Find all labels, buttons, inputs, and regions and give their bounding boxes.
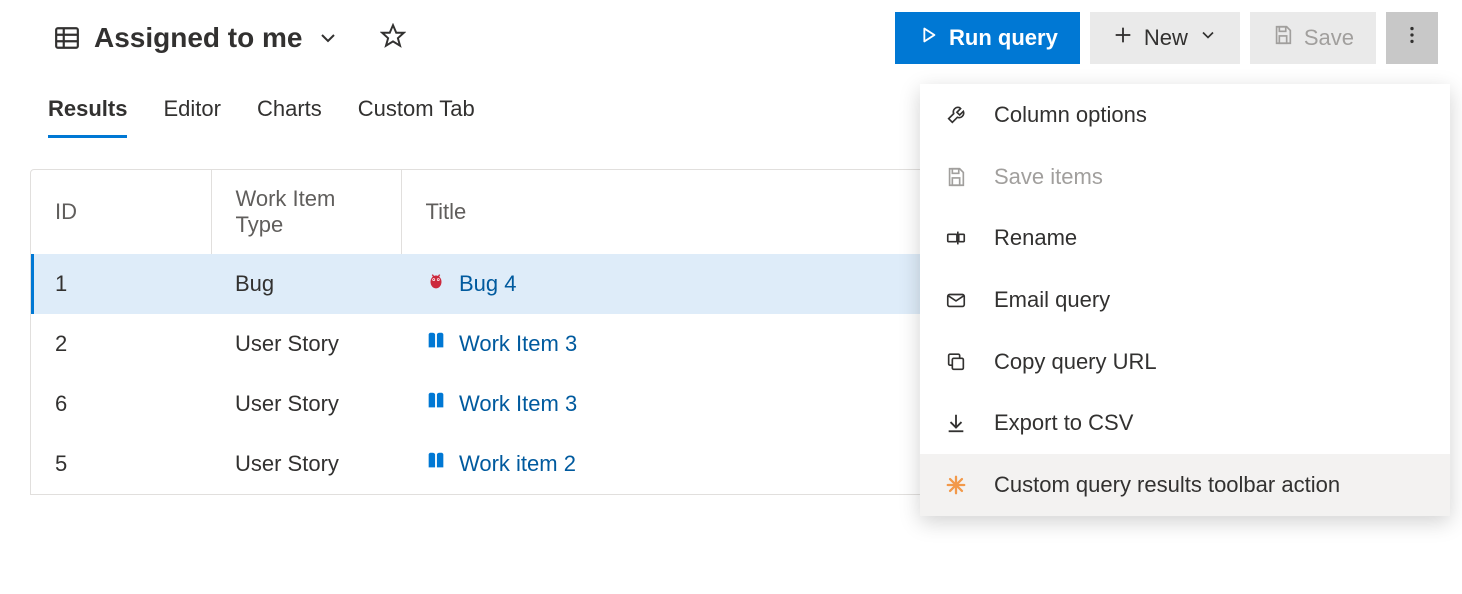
chevron-down-icon <box>1198 25 1218 51</box>
chevron-down-icon <box>316 26 340 50</box>
save-icon <box>944 166 968 188</box>
tab-charts[interactable]: Charts <box>257 96 322 138</box>
cell-type: User Story <box>211 374 401 434</box>
play-icon <box>917 24 939 52</box>
download-icon <box>944 412 968 434</box>
cell-id: 2 <box>31 314 211 374</box>
rename-icon <box>944 227 968 249</box>
menu-item-email-query[interactable]: Email query <box>920 269 1450 331</box>
mail-icon <box>944 289 968 311</box>
save-icon <box>1272 24 1294 52</box>
new-label: New <box>1144 25 1188 51</box>
more-actions-button[interactable] <box>1386 12 1438 64</box>
cell-id: 6 <box>31 374 211 434</box>
header-left: Assigned to me <box>54 22 406 54</box>
menu-item-label: Export to CSV <box>994 408 1426 438</box>
favorite-star-icon[interactable] <box>380 23 406 54</box>
work-item-link[interactable]: Bug 4 <box>459 271 517 297</box>
run-query-button[interactable]: Run query <box>895 12 1080 64</box>
new-button[interactable]: New <box>1090 12 1240 64</box>
menu-item-label: Copy query URL <box>994 347 1426 377</box>
tab-custom-tab[interactable]: Custom Tab <box>358 96 475 138</box>
menu-item-column-options[interactable]: Column options <box>920 84 1450 146</box>
book-icon <box>425 450 447 478</box>
cell-id: 5 <box>31 434 211 494</box>
copy-icon <box>944 351 968 373</box>
more-vertical-icon <box>1401 24 1423 52</box>
menu-item-rename[interactable]: Rename <box>920 207 1450 269</box>
cell-type: User Story <box>211 314 401 374</box>
menu-item-label: Column options <box>994 100 1426 130</box>
bug-icon <box>425 270 447 298</box>
run-query-label: Run query <box>949 25 1058 51</box>
header: Assigned to me Run query New <box>0 0 1462 76</box>
plus-icon <box>1112 24 1134 52</box>
menu-item-label: Email query <box>994 285 1426 315</box>
cell-type: User Story <box>211 434 401 494</box>
menu-item-save-items: Save items <box>920 146 1450 208</box>
title-group[interactable]: Assigned to me <box>54 22 340 54</box>
save-button: Save <box>1250 12 1376 64</box>
book-icon <box>425 330 447 358</box>
more-actions-menu: Column options Save items Rename Email quer… <box>920 84 1450 516</box>
work-item-link[interactable]: Work item 2 <box>459 451 576 477</box>
cell-id: 1 <box>31 254 211 314</box>
book-icon <box>425 390 447 418</box>
asterisk-icon <box>944 474 968 496</box>
save-label: Save <box>1304 25 1354 51</box>
menu-item-copy-query-url[interactable]: Copy query URL <box>920 331 1450 393</box>
page-title: Assigned to me <box>94 22 302 54</box>
menu-item-export-to-csv[interactable]: Export to CSV <box>920 392 1450 454</box>
column-header-id[interactable]: ID <box>31 170 211 254</box>
wrench-icon <box>944 104 968 126</box>
tab-editor[interactable]: Editor <box>163 96 220 138</box>
column-header-type[interactable]: Work Item Type <box>211 170 401 254</box>
tab-results[interactable]: Results <box>48 96 127 138</box>
work-item-link[interactable]: Work Item 3 <box>459 391 577 417</box>
cell-type: Bug <box>211 254 401 314</box>
menu-item-label: Rename <box>994 223 1426 253</box>
menu-item-label: Custom query results toolbar action <box>994 470 1426 500</box>
work-item-link[interactable]: Work Item 3 <box>459 331 577 357</box>
menu-item-custom-query-results-toolbar-action[interactable]: Custom query results toolbar action <box>920 454 1450 516</box>
menu-item-label: Save items <box>994 162 1426 192</box>
toolbar: Run query New Save <box>895 12 1438 64</box>
table-icon <box>54 25 80 51</box>
